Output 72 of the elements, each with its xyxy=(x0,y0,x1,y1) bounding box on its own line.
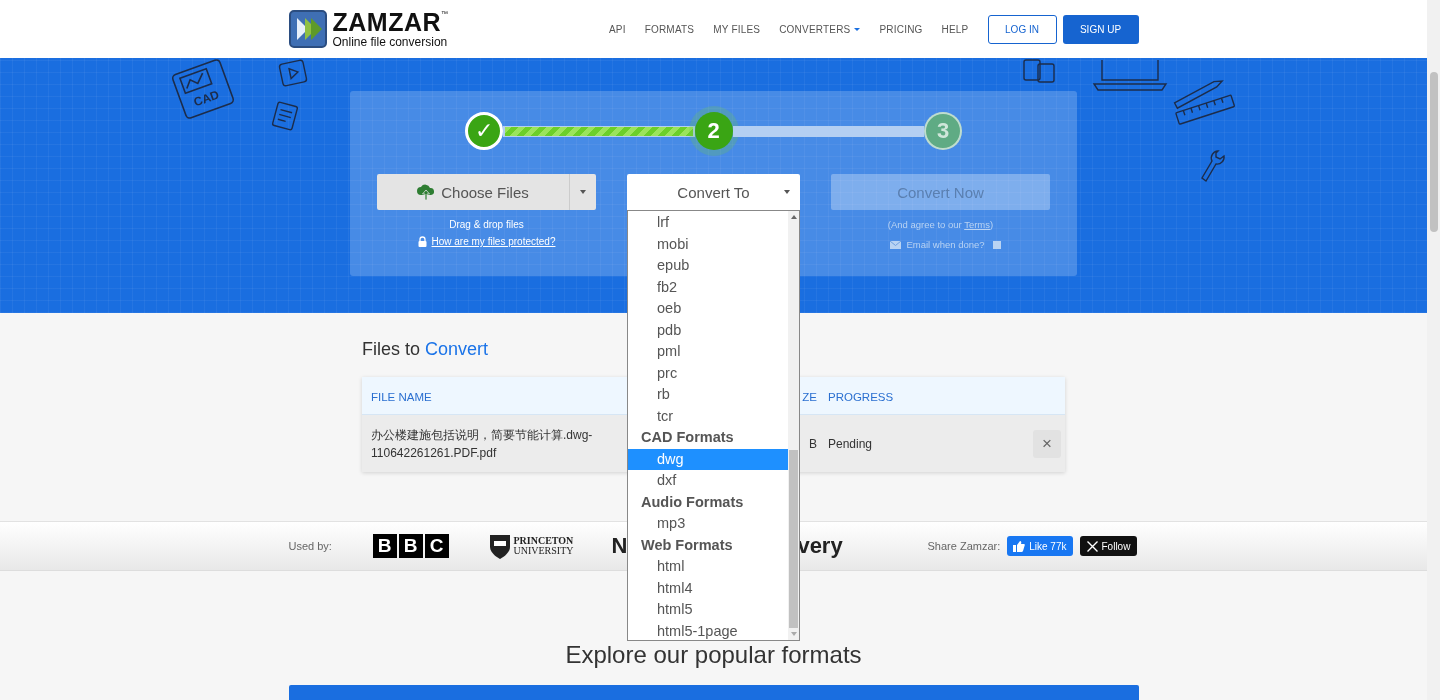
format-option[interactable]: html xyxy=(628,556,788,578)
column-header: FILE NAME xyxy=(371,390,432,403)
explore-heading: Explore our popular formats xyxy=(565,641,862,669)
step-circle: 2 xyxy=(694,112,733,150)
nav-link[interactable]: MY FILES xyxy=(713,23,761,35)
format-option[interactable]: dxf xyxy=(628,470,788,492)
shield-icon xyxy=(488,532,511,560)
format-option[interactable]: rb xyxy=(628,384,788,406)
column-header: ZE xyxy=(802,390,817,403)
logo-wordmark[interactable]: ZAMZAR xyxy=(332,10,442,35)
format-option[interactable]: prc xyxy=(628,362,788,384)
follow-button[interactable]: Follow xyxy=(1079,536,1138,556)
bbc-logo-block: C xyxy=(424,534,449,558)
thumbs-up-icon xyxy=(1013,540,1026,552)
wrench-icon xyxy=(1198,148,1226,184)
format-option[interactable]: oeb xyxy=(628,298,788,320)
format-group-label: Web Formats xyxy=(640,535,734,555)
brand-logo-text: very xyxy=(797,533,843,559)
cloud-upload-icon xyxy=(417,184,436,200)
nav-link[interactable]: PRICING xyxy=(879,23,923,35)
progress-status: Pending xyxy=(828,436,874,451)
bbc-logo-block: B xyxy=(398,534,423,558)
format-option[interactable]: html4 xyxy=(628,577,788,599)
caret-icon xyxy=(854,27,861,31)
format-option[interactable]: epub xyxy=(628,255,788,277)
convert-to-dropdown[interactable]: Convert To xyxy=(627,174,800,210)
step-circle: 3 xyxy=(924,112,962,150)
lock-icon xyxy=(417,236,427,247)
signup-button[interactable]: SIGN UP xyxy=(1062,14,1139,44)
nav-link[interactable]: API xyxy=(608,23,626,35)
caret-icon xyxy=(580,190,586,194)
format-group-label: CAD Formats xyxy=(640,428,735,447)
university-logo-text: PRINCETON UNIVERSITY xyxy=(513,536,574,556)
format-option[interactable]: mp3 xyxy=(628,513,788,535)
nav-link[interactable]: CONVERTERS xyxy=(779,23,861,35)
bbc-logo-block: B xyxy=(372,534,397,558)
format-option[interactable]: pml xyxy=(628,341,788,363)
format-option[interactable]: lrf xyxy=(628,212,788,234)
terms-note: (And agree to our Terms) xyxy=(887,219,994,230)
format-option[interactable]: html5-1page xyxy=(628,620,788,640)
remove-button[interactable]: × xyxy=(1033,430,1061,458)
page-scrollbar[interactable] xyxy=(1427,0,1440,700)
login-button[interactable]: LOG IN xyxy=(987,14,1057,44)
logo-icon[interactable] xyxy=(288,10,327,48)
laptop-icon xyxy=(1090,58,1170,94)
email-option-label: Email when done? xyxy=(906,239,985,250)
play-icon xyxy=(278,58,308,88)
envelope-icon xyxy=(890,240,902,249)
format-option[interactable]: mobi xyxy=(628,233,788,255)
caret-icon xyxy=(784,190,790,194)
format-option[interactable]: fb2 xyxy=(628,276,788,298)
format-option[interactable]: tcr xyxy=(628,405,788,427)
x-logo-icon xyxy=(1086,540,1098,552)
brand-logo-text: N xyxy=(611,533,628,559)
scrollbar[interactable] xyxy=(788,211,799,640)
format-option[interactable]: pdb xyxy=(628,319,788,341)
format-group-label: Audio Formats xyxy=(640,492,745,512)
logo-tagline: Online file conversion xyxy=(332,36,449,48)
document-icon xyxy=(270,100,300,132)
file-name-cell-text: 办公楼建施包括说明，简要节能计算.dwg-110642261261.PDF.pdf xyxy=(370,426,594,462)
step-circle: ✓ xyxy=(465,112,503,150)
like-button[interactable]: Like 77k xyxy=(1007,536,1073,556)
drag-drop-hint: Drag & drop files xyxy=(449,219,524,230)
nav-link[interactable]: HELP xyxy=(941,23,969,35)
format-option[interactable]: html5 xyxy=(628,599,788,621)
used-by-label: Used by: xyxy=(288,540,333,552)
share-label: Share Zamzar: xyxy=(927,540,1001,552)
column-header: PROGRESS xyxy=(828,390,894,403)
nav-link[interactable]: FORMATS xyxy=(644,23,695,35)
files-heading: Files to Convert xyxy=(362,338,489,361)
choose-files-button[interactable]: Choose Files xyxy=(377,174,596,210)
table-cell-text: B xyxy=(808,436,818,451)
